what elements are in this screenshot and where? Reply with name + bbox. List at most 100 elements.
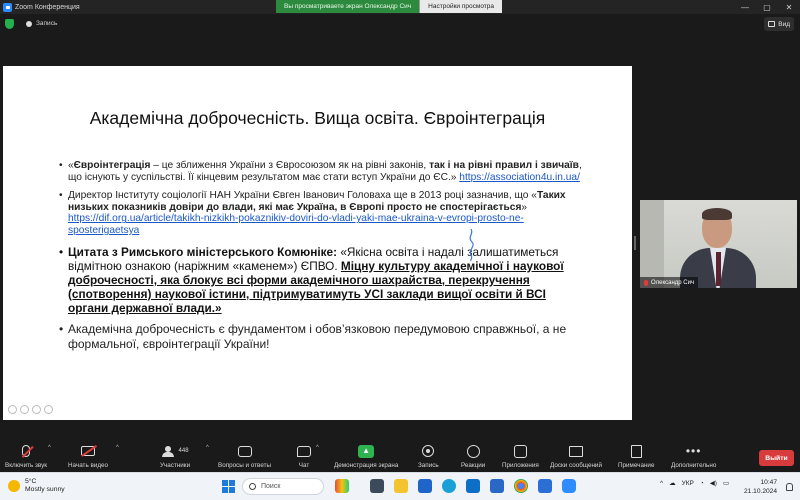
store-icon[interactable] xyxy=(466,479,480,493)
apps-button[interactable]: Приложения xyxy=(502,443,539,469)
notes-button[interactable]: Примечание xyxy=(618,443,654,469)
chat-label: Чат xyxy=(298,462,310,469)
windows-start-icon[interactable] xyxy=(222,480,235,493)
minimize-button[interactable]: — xyxy=(734,0,756,14)
participants-icon xyxy=(161,445,176,457)
tray-cloud-icon[interactable]: ☁ xyxy=(669,479,676,487)
clock-time: 10:47 xyxy=(760,479,778,486)
chat-button[interactable]: Чат xyxy=(297,443,311,469)
apps-icon xyxy=(513,444,527,458)
security-shield-icon[interactable] xyxy=(5,19,14,29)
chat-options-caret[interactable]: ^ xyxy=(316,445,319,451)
bullet-term: Євроінтеграція xyxy=(73,160,151,171)
battery-icon[interactable]: ▭ xyxy=(723,479,729,487)
more-button[interactable]: ••• Дополнительно xyxy=(671,443,716,469)
slide-menu-icon[interactable] xyxy=(44,405,53,414)
whiteboard-button[interactable]: Доски сообщений xyxy=(550,443,602,469)
notification-bell-icon[interactable] xyxy=(786,483,793,491)
bullet-rome-communique: Цитата з Римського міністерського Комюні… xyxy=(59,245,589,315)
video-options-caret[interactable]: ^ xyxy=(116,445,119,451)
leave-button[interactable]: Выйти xyxy=(759,450,794,466)
dif-article-link[interactable]: https://dif.org.ua/article/takikh-nizkik… xyxy=(68,213,524,236)
record-icon xyxy=(26,21,32,27)
window-controls: — ▢ ✕ xyxy=(734,0,800,14)
video-cabinet xyxy=(640,200,664,288)
start-video-button[interactable]: Начать видео xyxy=(68,443,108,469)
start-tile xyxy=(229,480,235,486)
bullet-text: Академічна доброчесність є фундаментом і… xyxy=(68,321,567,351)
notes-icon xyxy=(630,444,642,458)
task-view-icon[interactable] xyxy=(370,479,384,493)
language-indicator[interactable]: УКР xyxy=(682,480,694,487)
video-person-hair xyxy=(702,208,732,220)
start-tile xyxy=(222,480,228,486)
zoom-taskbar-icon[interactable] xyxy=(562,479,576,493)
record-button-icon xyxy=(422,445,435,457)
more-dots-icon: ••• xyxy=(685,444,702,458)
mail-icon[interactable] xyxy=(538,479,552,493)
participant-name: Олександр Сич xyxy=(651,279,695,286)
edge-browser-icon[interactable] xyxy=(442,479,456,493)
start-video-label: Начать видео xyxy=(68,462,109,469)
panel-resize-handle[interactable] xyxy=(634,236,636,250)
file-explorer-icon[interactable] xyxy=(394,479,408,493)
unmute-label: Включить звук xyxy=(5,462,47,469)
apps-label: Приложения xyxy=(502,462,539,469)
participant-name-tag: Олександр Сич xyxy=(640,277,699,288)
taskbar-search[interactable]: Поиск xyxy=(242,478,324,495)
share-screen-label: Демонстрация экрана xyxy=(334,462,399,469)
bullet-eurointegration: «Євроінтеграція – це зближення України з… xyxy=(59,160,589,183)
close-button[interactable]: ✕ xyxy=(778,0,800,14)
qa-icon xyxy=(237,445,252,457)
record-button[interactable]: Запись xyxy=(418,443,439,469)
viewing-banner: Вы просматриваете экран Олександр Сич На… xyxy=(276,0,502,13)
maximize-button[interactable]: ▢ xyxy=(756,0,778,14)
association-link[interactable]: https://association4u.in.ua/ xyxy=(459,172,580,183)
bullet-emphasis: Цитата з Римського міністерського Комюні… xyxy=(68,244,338,259)
qa-label: Вопросы и ответы xyxy=(218,462,272,469)
title-bar: Zoom Конференция Вы просматриваете экран… xyxy=(0,0,800,14)
search-icon xyxy=(249,483,256,490)
start-tile xyxy=(229,487,235,493)
window-title: Zoom Конференция xyxy=(15,3,80,11)
bullet-trust-survey: Директор Інституту соціології НАН Україн… xyxy=(59,190,589,236)
taskbar-clock[interactable]: 10:47 21.10.2024 xyxy=(744,478,777,496)
participants-button[interactable]: 448 Участники xyxy=(160,443,190,469)
unmute-button[interactable]: Включить звук xyxy=(5,443,47,469)
weather-widget[interactable]: 5°C Mostly sunny xyxy=(8,478,65,494)
reactions-button[interactable]: Реакции xyxy=(461,443,485,469)
taskbar-app-widget-icon[interactable] xyxy=(335,479,349,493)
search-placeholder: Поиск xyxy=(261,483,281,490)
reactions-icon xyxy=(466,444,480,458)
qa-button[interactable]: Вопросы и ответы xyxy=(218,443,271,469)
participants-label: Участники xyxy=(160,462,191,469)
share-screen-button[interactable]: Демонстрация экрана xyxy=(334,443,398,469)
shared-slide: Академічна доброчесність. Вища освіта. Є… xyxy=(3,66,632,420)
zoom-logo-icon xyxy=(3,2,12,12)
chat-icon xyxy=(297,445,311,457)
bullet-emphasis: так і на рівні правил і звичаїв xyxy=(429,160,579,171)
meeting-top-bar: Запись Вид xyxy=(0,14,800,34)
outlook-icon[interactable] xyxy=(418,479,432,493)
participants-options-caret[interactable]: ^ xyxy=(206,445,209,451)
muted-microphone-icon xyxy=(22,445,30,457)
clock-date: 21.10.2024 xyxy=(744,488,778,495)
participant-video[interactable]: Олександр Сич xyxy=(640,200,797,288)
bullet-text: » xyxy=(521,201,528,213)
next-slide-icon[interactable] xyxy=(20,405,29,414)
prev-slide-icon[interactable] xyxy=(8,405,17,414)
view-button[interactable]: Вид xyxy=(764,17,794,31)
sun-icon xyxy=(8,480,20,492)
slide-controls xyxy=(8,405,53,414)
audio-options-caret[interactable]: ^ xyxy=(48,445,51,451)
chrome-icon[interactable] xyxy=(514,479,528,493)
view-options-button[interactable]: Настройки просмотра xyxy=(419,0,502,13)
recording-label: Запись xyxy=(36,20,58,27)
word-icon[interactable] xyxy=(490,479,504,493)
pen-tool-icon[interactable] xyxy=(32,405,41,414)
participants-count: 448 xyxy=(178,448,189,454)
system-tray: ^ ☁ УКР ◔ ◀) ▭ xyxy=(660,479,729,488)
wifi-icon[interactable]: ◔ xyxy=(700,480,704,487)
tray-overflow-icon[interactable]: ^ xyxy=(660,480,663,487)
volume-icon[interactable]: ◀) xyxy=(710,479,717,487)
